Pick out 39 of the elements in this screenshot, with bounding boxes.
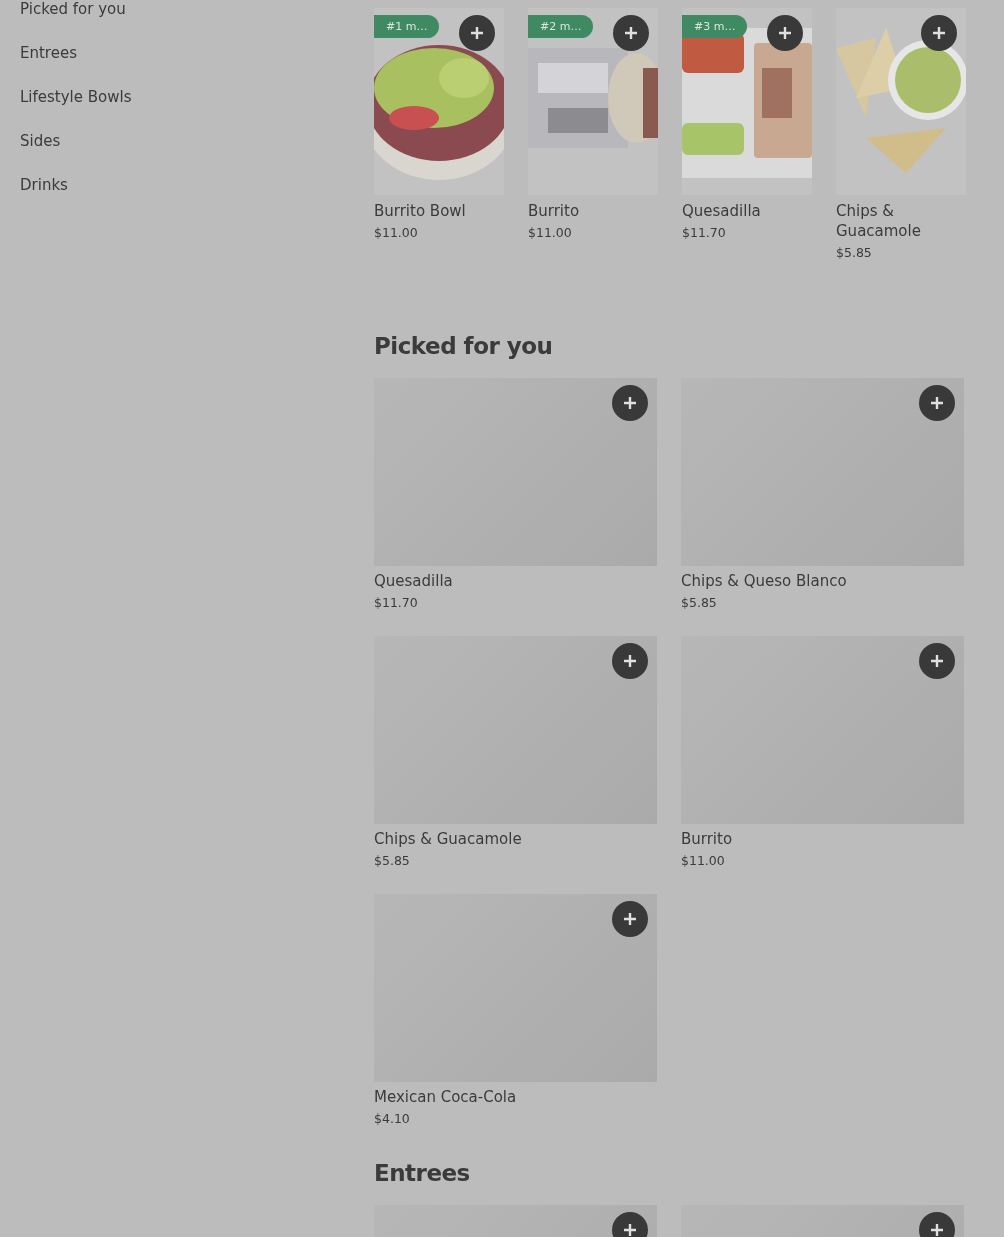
rank-badge: #1 m… — [374, 15, 440, 38]
plus-icon — [623, 912, 637, 926]
rank-badge: #2 m… — [528, 15, 594, 38]
section-title: Entrees — [374, 1159, 471, 1188]
plus-icon — [930, 396, 944, 410]
item-name: Burrito — [528, 201, 581, 221]
item-price: $11.00 — [374, 224, 419, 242]
item-name: Chips & Guacamole — [374, 829, 523, 849]
plus-icon — [930, 654, 944, 668]
plus-icon — [623, 654, 637, 668]
item-price: $4.10 — [374, 1110, 411, 1128]
category-link[interactable]: Sides — [20, 130, 374, 152]
item-price: $5.85 — [836, 244, 873, 262]
item-price: $11.00 — [528, 224, 573, 242]
rank-badge: #3 m… — [682, 15, 748, 38]
plus-icon — [624, 26, 638, 40]
item-name: Quesadilla — [682, 201, 762, 221]
item-name: Mexican Coca-Cola — [374, 1087, 518, 1107]
plus-icon — [470, 26, 484, 40]
plus-icon — [623, 1223, 637, 1237]
item-name: Chips & Guacamole — [836, 201, 922, 241]
item-price: $11.70 — [374, 594, 419, 612]
plus-icon — [930, 1223, 944, 1237]
category-link[interactable]: Lifestyle Bowls — [20, 86, 374, 108]
item-name: Chips & Queso Blanco — [681, 571, 848, 591]
plus-icon — [623, 396, 637, 410]
item-price: $11.00 — [681, 852, 726, 870]
category-link[interactable]: Picked for you — [20, 0, 374, 20]
plus-icon — [932, 26, 946, 40]
item-name: Burrito Bowl — [374, 201, 467, 221]
section-title: Picked for you — [374, 332, 554, 361]
category-link[interactable]: Drinks — [20, 174, 374, 196]
category-link[interactable]: Entrees — [20, 42, 374, 64]
item-price: $5.85 — [374, 852, 411, 870]
item-name: Burrito — [681, 829, 734, 849]
plus-icon — [778, 26, 792, 40]
item-price: $11.70 — [682, 224, 727, 242]
item-price: $5.85 — [681, 594, 718, 612]
item-name: Quesadilla — [374, 571, 454, 591]
